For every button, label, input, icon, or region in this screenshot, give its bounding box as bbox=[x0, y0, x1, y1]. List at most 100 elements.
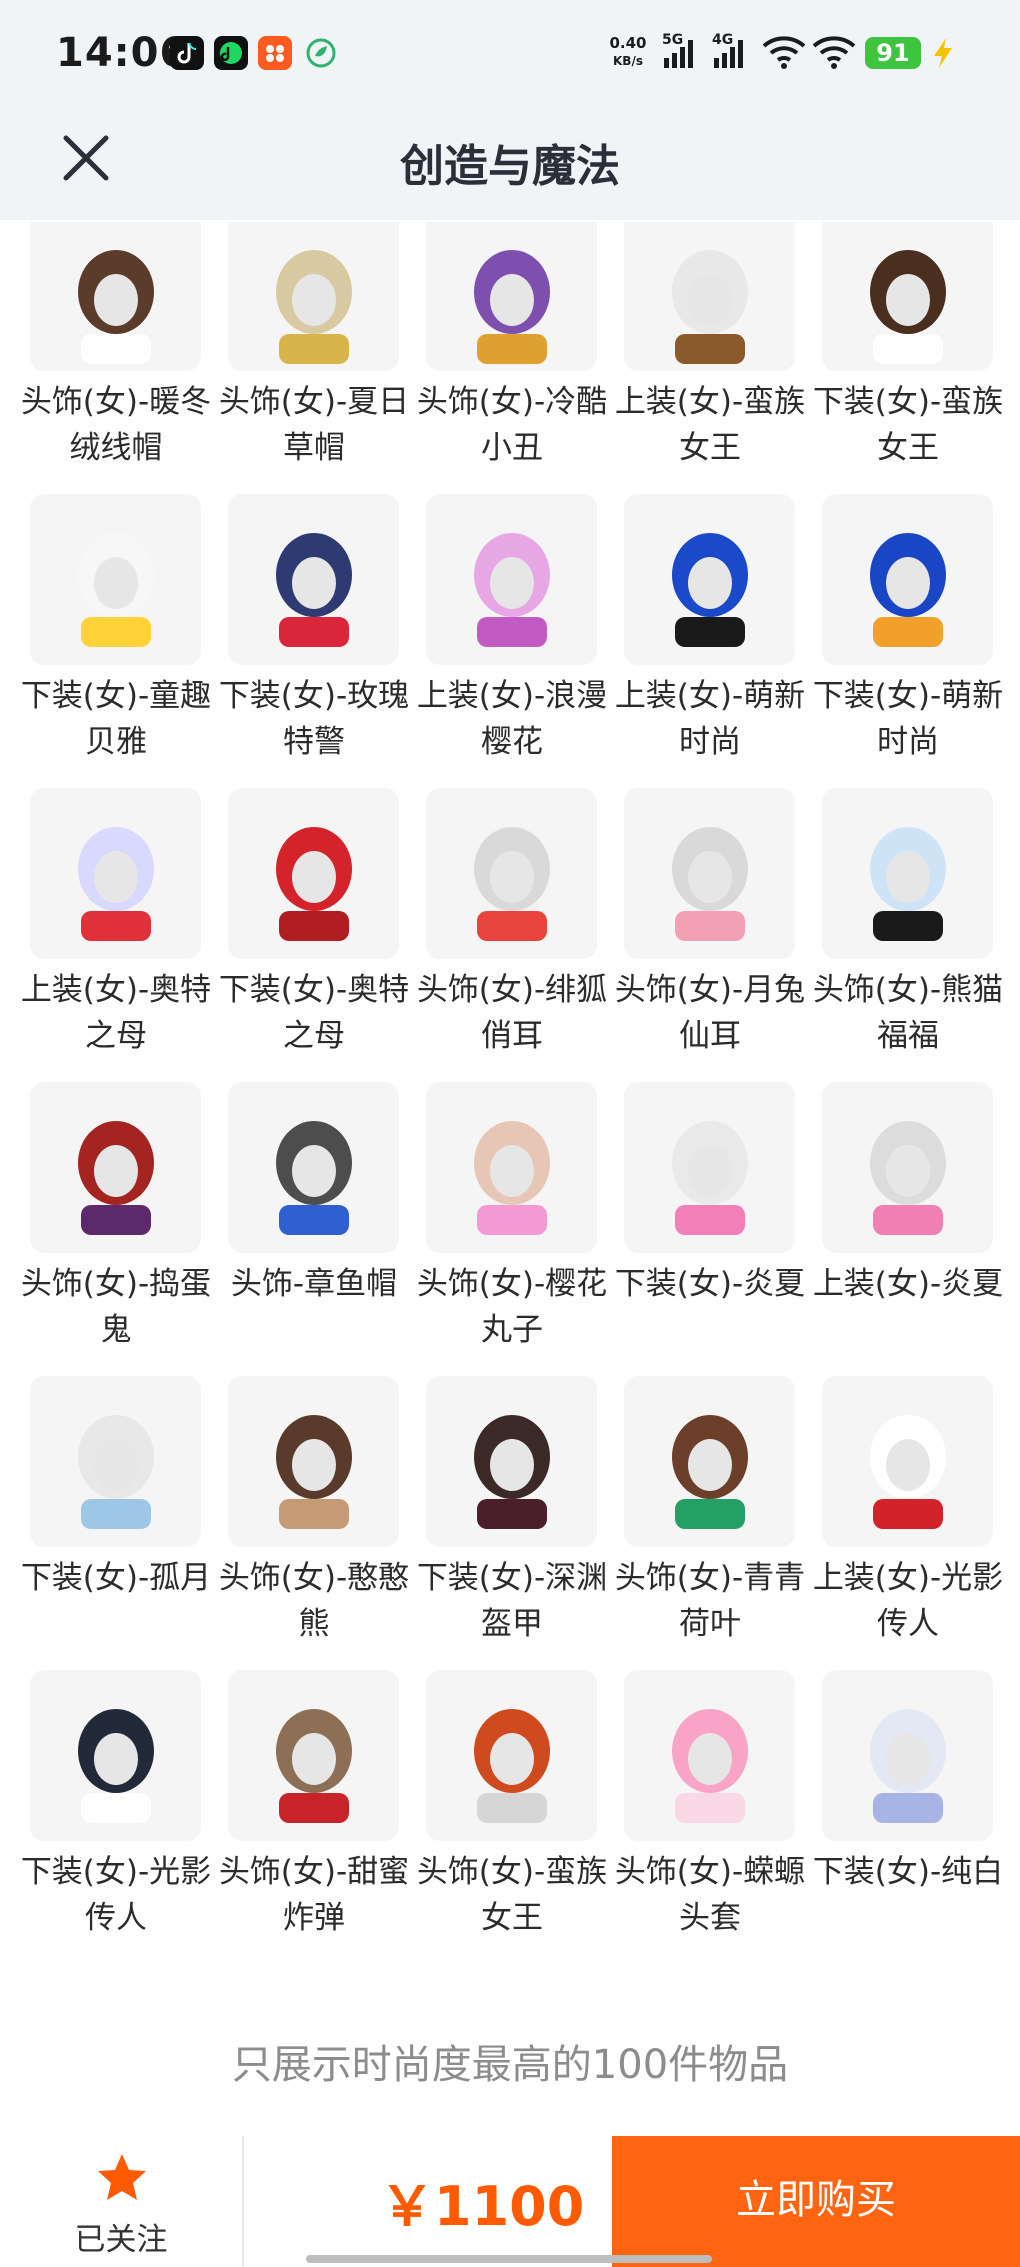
item-card[interactable]: 上装(女)-奥特之母 bbox=[21, 788, 211, 1082]
item-thumbnail[interactable] bbox=[426, 1670, 597, 1841]
item-card[interactable]: 头饰(女)-冷酷小丑 bbox=[417, 222, 607, 494]
item-thumbnail[interactable] bbox=[228, 1082, 399, 1253]
item-thumbnail[interactable] bbox=[30, 788, 201, 959]
item-name: 头饰(女)-暖冬绒线帽 bbox=[20, 384, 212, 466]
item-name: 头饰(女)-绯狐俏耳 bbox=[416, 972, 608, 1054]
item-preview-icon bbox=[671, 1414, 748, 1529]
item-thumbnail[interactable] bbox=[426, 1082, 597, 1253]
item-preview-icon bbox=[275, 1414, 352, 1529]
item-preview-icon bbox=[869, 1414, 946, 1529]
item-preview-icon bbox=[473, 1120, 550, 1235]
item-card[interactable]: 头饰(女)-甜蜜炸弹 bbox=[219, 1670, 409, 1964]
item-preview-icon bbox=[671, 1708, 748, 1823]
item-card[interactable]: 下装(女)-奥特之母 bbox=[219, 788, 409, 1082]
item-name: 下装(女)-炎夏 bbox=[614, 1266, 806, 1302]
item-thumbnail[interactable] bbox=[30, 1376, 201, 1547]
bottom-bar: 已关注 ￥1100 立即购买 bbox=[0, 2136, 1020, 2267]
item-card[interactable]: 上装(女)-蛮族女王 bbox=[615, 222, 805, 494]
item-card[interactable]: 下装(女)-深渊盔甲 bbox=[417, 1376, 607, 1670]
item-card[interactable]: 上装(女)-浪漫樱花 bbox=[417, 494, 607, 788]
item-card[interactable]: 头饰(女)-熊猫福福 bbox=[813, 788, 1003, 1082]
item-preview-icon bbox=[77, 249, 154, 364]
item-card[interactable]: 下装(女)-孤月 bbox=[21, 1376, 211, 1670]
item-thumbnail[interactable] bbox=[426, 222, 597, 371]
item-card[interactable]: 头饰(女)-月兔仙耳 bbox=[615, 788, 805, 1082]
item-name: 下装(女)-奥特之母 bbox=[218, 972, 410, 1054]
item-thumbnail[interactable] bbox=[30, 1670, 201, 1841]
item-thumbnail[interactable] bbox=[822, 1670, 993, 1841]
item-preview-icon bbox=[869, 532, 946, 647]
item-thumbnail[interactable] bbox=[30, 494, 201, 665]
item-thumbnail[interactable] bbox=[624, 494, 795, 665]
item-card[interactable]: 头饰(女)-绯狐俏耳 bbox=[417, 788, 607, 1082]
item-card[interactable]: 头饰(女)-蛮族女王 bbox=[417, 1670, 607, 1964]
item-name: 头饰(女)-月兔仙耳 bbox=[614, 972, 806, 1054]
item-name: 头饰(女)-蛮族女王 bbox=[416, 1854, 608, 1936]
follow-button[interactable]: 已关注 bbox=[0, 2136, 242, 2267]
item-name: 下装(女)-纯白 bbox=[812, 1854, 1004, 1890]
item-preview-icon bbox=[671, 826, 748, 941]
item-preview-icon bbox=[869, 1120, 946, 1235]
item-thumbnail[interactable] bbox=[822, 1376, 993, 1547]
item-preview-icon bbox=[77, 826, 154, 941]
item-thumbnail[interactable] bbox=[426, 788, 597, 959]
item-card[interactable]: 头饰(女)-夏日草帽 bbox=[219, 222, 409, 494]
item-thumbnail[interactable] bbox=[228, 1376, 399, 1547]
item-card[interactable]: 上装(女)-光影传人 bbox=[813, 1376, 1003, 1670]
item-card[interactable]: 头饰-章鱼帽 bbox=[228, 1082, 399, 1376]
item-thumbnail[interactable] bbox=[30, 222, 201, 371]
item-name: 上装(女)-浪漫樱花 bbox=[416, 678, 608, 760]
item-card[interactable]: 下装(女)-炎夏 bbox=[615, 1082, 805, 1376]
item-preview-icon bbox=[77, 1414, 154, 1529]
item-thumbnail[interactable] bbox=[624, 1082, 795, 1253]
item-thumbnail[interactable] bbox=[822, 222, 993, 371]
item-card[interactable]: 头饰(女)-青青荷叶 bbox=[615, 1376, 805, 1670]
item-card[interactable]: 头饰(女)-蝾螈头套 bbox=[615, 1670, 805, 1964]
item-thumbnail[interactable] bbox=[228, 222, 399, 371]
item-thumbnail[interactable] bbox=[624, 788, 795, 959]
leaf-app-icon bbox=[304, 36, 338, 70]
item-thumbnail[interactable] bbox=[624, 222, 795, 371]
item-card[interactable]: 下装(女)-玫瑰特警 bbox=[219, 494, 409, 788]
item-name: 头饰(女)-憨憨熊 bbox=[218, 1560, 410, 1642]
item-preview-icon bbox=[275, 532, 352, 647]
item-card[interactable]: 头饰(女)-捣蛋鬼 bbox=[21, 1082, 211, 1376]
item-thumbnail[interactable] bbox=[624, 1376, 795, 1547]
item-name: 下装(女)-蛮族女王 bbox=[812, 384, 1004, 466]
item-name: 头饰(女)-冷酷小丑 bbox=[416, 384, 608, 466]
item-name: 头饰(女)-夏日草帽 bbox=[218, 384, 410, 466]
music-app-icon bbox=[214, 36, 248, 70]
item-thumbnail[interactable] bbox=[822, 494, 993, 665]
item-card[interactable]: 头饰(女)-憨憨熊 bbox=[219, 1376, 409, 1670]
item-name: 下装(女)-萌新时尚 bbox=[812, 678, 1004, 760]
item-thumbnail[interactable] bbox=[228, 788, 399, 959]
item-thumbnail[interactable] bbox=[426, 1376, 597, 1547]
item-thumbnail[interactable] bbox=[624, 1670, 795, 1841]
item-card[interactable]: 下装(女)-纯白 bbox=[813, 1670, 1003, 1964]
net-speed-unit: KB/s bbox=[613, 54, 643, 68]
item-preview-icon bbox=[275, 249, 352, 364]
tiktok-icon bbox=[170, 36, 204, 70]
notice-text: 只展示时尚度最高的100件物品 bbox=[231, 2042, 789, 2088]
home-indicator[interactable] bbox=[306, 2255, 712, 2263]
item-thumbnail[interactable] bbox=[228, 494, 399, 665]
item-card[interactable]: 头饰(女)-暖冬绒线帽 bbox=[21, 222, 211, 494]
item-card[interactable]: 下装(女)-光影传人 bbox=[21, 1670, 211, 1964]
item-card[interactable]: 上装(女)-炎夏 bbox=[813, 1082, 1003, 1376]
item-card[interactable]: 头饰(女)-樱花丸子 bbox=[417, 1082, 607, 1376]
item-thumbnail[interactable] bbox=[822, 1082, 993, 1253]
item-thumbnail[interactable] bbox=[228, 1670, 399, 1841]
item-card[interactable]: 下装(女)-萌新时尚 bbox=[813, 494, 1003, 788]
item-thumbnail[interactable] bbox=[426, 494, 597, 665]
buy-now-button[interactable]: 立即购买 bbox=[612, 2136, 1020, 2267]
status-bar: 14:06 0.40 KB/s 5G 4G 91 bbox=[0, 0, 1020, 110]
item-preview-icon bbox=[671, 249, 748, 364]
item-card[interactable]: 上装(女)-萌新时尚 bbox=[615, 494, 805, 788]
item-preview-icon bbox=[473, 826, 550, 941]
item-thumbnail[interactable] bbox=[822, 788, 993, 959]
item-thumbnail[interactable] bbox=[30, 1082, 201, 1253]
item-card[interactable]: 下装(女)-童趣贝雅 bbox=[21, 494, 211, 788]
item-name: 上装(女)-光影传人 bbox=[812, 1560, 1004, 1642]
item-preview-icon bbox=[77, 532, 154, 647]
item-card[interactable]: 下装(女)-蛮族女王 bbox=[813, 222, 1003, 494]
